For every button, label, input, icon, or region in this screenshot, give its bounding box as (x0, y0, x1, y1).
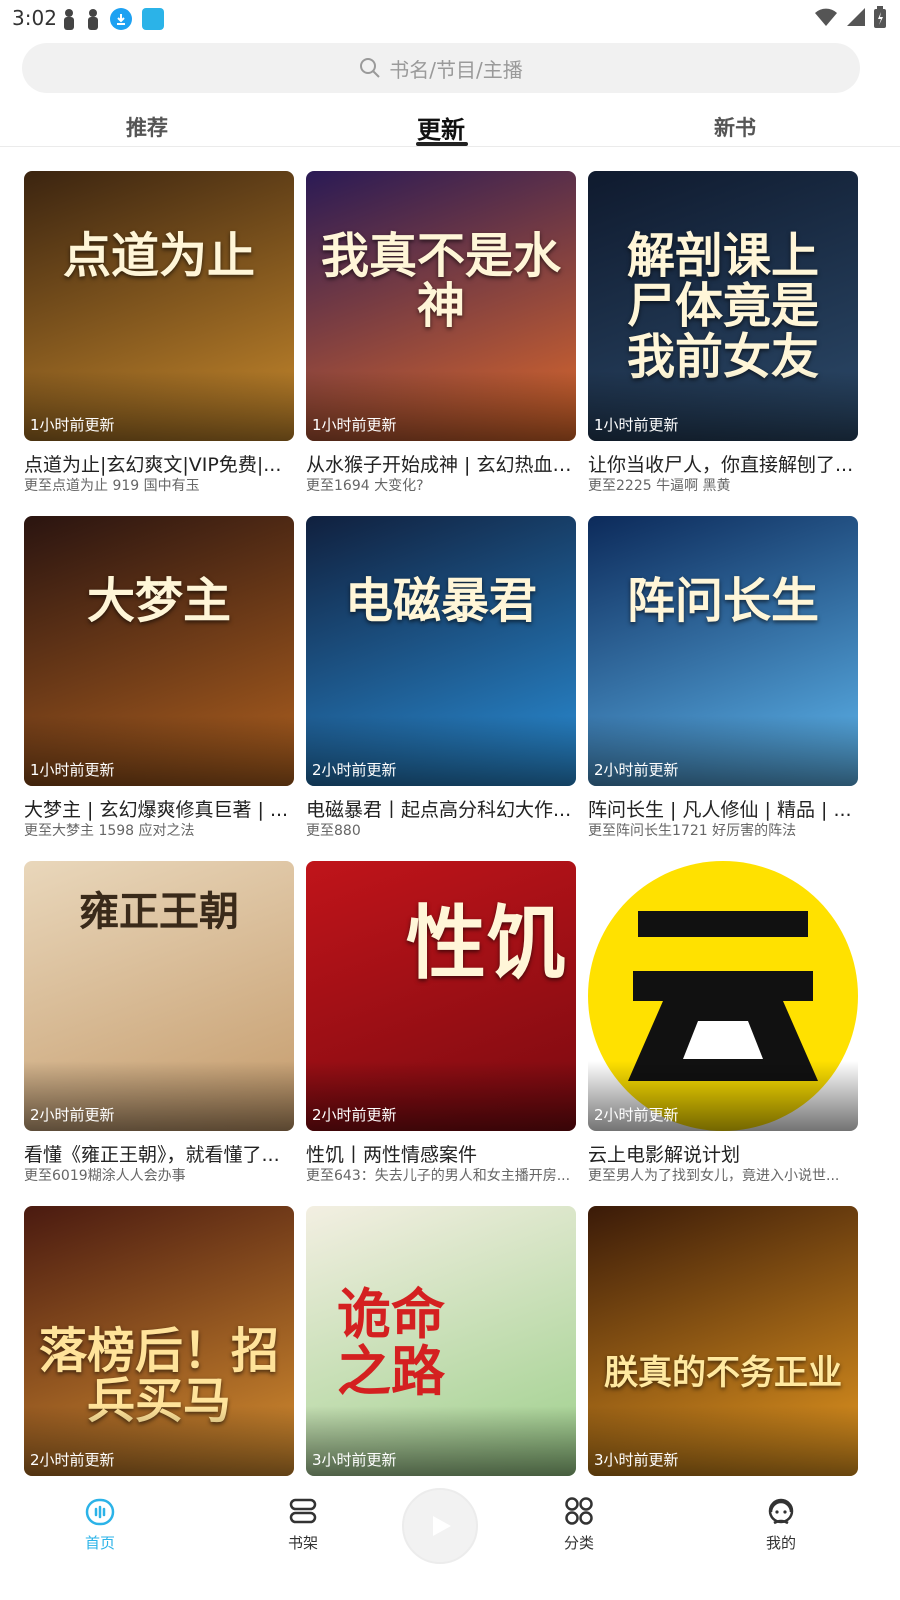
book-latest-episode: 更至1694 大变化? (306, 478, 424, 494)
book-cover[interactable]: 大梦主 1小时前更新 (24, 516, 294, 786)
cover-title: 我真不是水神 (320, 228, 561, 335)
update-time: 2小时前更新 (312, 1106, 397, 1124)
book-latest-episode: 更至880 (306, 823, 361, 839)
signal-icon (847, 8, 865, 26)
play-icon (433, 1516, 451, 1536)
book-cover[interactable]: 2小时前更新 (588, 861, 858, 1131)
book-latest-episode: 更至阵问长生1721 好厉害的阵法 (588, 823, 797, 839)
bottom-nav: 首页 书架 分类 我的 (0, 1478, 900, 1600)
update-time: 2小时前更新 (594, 761, 679, 779)
home-icon (85, 1498, 115, 1526)
book-latest-episode: 更至男人为了找到女儿，竟进入小说世... (588, 1168, 840, 1184)
search-input[interactable]: 书名/节目/主播 (22, 43, 860, 93)
update-time: 1小时前更新 (30, 761, 115, 779)
book-card[interactable]: 阵问长生 2小时前更新 阵问长生 | 凡人修仙 | 精品 | ... 更至阵问长生… (588, 516, 858, 846)
person-icon (88, 9, 98, 30)
person-icon (64, 9, 74, 30)
tab-updates[interactable]: 更新 (417, 110, 465, 145)
cover-title: 电磁暴君 (344, 573, 537, 629)
search-icon (360, 58, 380, 78)
book-cover[interactable]: 落榜后！招兵买马 2小时前更新 (24, 1206, 294, 1476)
player-button[interactable] (402, 1488, 478, 1564)
tab-new-books[interactable]: 新书 (714, 112, 756, 142)
cover-title: 阵问长生 (626, 573, 819, 629)
profile-icon (768, 1498, 794, 1525)
update-time: 1小时前更新 (594, 416, 679, 434)
book-card[interactable]: 性饥 2小时前更新 性饥丨两性情感案件 更至643：失去儿子的男人和女主播开房..… (306, 861, 576, 1191)
book-title[interactable]: 看懂《雍正王朝》，就看懂了... (24, 1140, 294, 1167)
book-title[interactable]: 阵问长生 | 凡人修仙 | 精品 | ... (588, 795, 858, 822)
book-cover[interactable]: 解剖课上 尸体竟是 我前女友 1小时前更新 (588, 171, 858, 441)
book-card[interactable]: 雍正王朝 2小时前更新 看懂《雍正王朝》，就看懂了... 更至6019糊涂人人会办… (24, 861, 294, 1191)
update-time: 1小时前更新 (312, 416, 397, 434)
divider (0, 146, 900, 147)
book-cover[interactable]: 朕真的不务正业 3小时前更新 (588, 1206, 858, 1476)
update-time: 1小时前更新 (30, 416, 115, 434)
book-latest-episode: 更至大梦主 1598 应对之法 (24, 823, 195, 839)
category-icon (565, 1497, 593, 1525)
book-latest-episode: 更至6019糊涂人人会办事 (24, 1168, 186, 1184)
update-time: 3小时前更新 (312, 1451, 397, 1469)
book-card[interactable]: 2小时前更新 云上电影解说计划 更至男人为了找到女儿，竟进入小说世... (588, 861, 858, 1191)
cover-title: 性饥 (406, 896, 566, 990)
book-title[interactable]: 电磁暴君丨起点高分科幻大作... (306, 795, 576, 822)
system-icons (814, 6, 886, 28)
notification-icons (62, 8, 164, 30)
book-card[interactable]: 电磁暴君 2小时前更新 电磁暴君丨起点高分科幻大作... 更至880 (306, 516, 576, 846)
download-icon (110, 8, 132, 30)
book-title[interactable]: 让你当收尸人，你直接解刨了... (588, 450, 858, 477)
nav-category[interactable]: 分类 (539, 1496, 619, 1553)
cover-title: 解剖课上 尸体竟是 我前女友 (626, 228, 819, 385)
cover-title: 点道为止 (62, 228, 255, 284)
book-card[interactable]: 解剖课上 尸体竟是 我前女友 1小时前更新 让你当收尸人，你直接解刨了... 更至… (588, 171, 858, 501)
book-latest-episode: 更至点道为止 919 国中有玉 (24, 478, 200, 494)
nav-home-label: 首页 (84, 1534, 115, 1552)
book-cover[interactable]: 阵问长生 2小时前更新 (588, 516, 858, 786)
update-time: 3小时前更新 (594, 1451, 679, 1469)
book-title[interactable]: 云上电影解说计划 (588, 1140, 858, 1167)
battery-icon (874, 6, 886, 28)
cover-title: 大梦主 (86, 573, 231, 629)
update-time: 2小时前更新 (30, 1451, 115, 1469)
book-cover[interactable]: 性饥 2小时前更新 (306, 861, 576, 1131)
nav-bookshelf[interactable]: 书架 (263, 1496, 343, 1553)
bookshelf-icon (289, 1498, 317, 1524)
nav-bookshelf-label: 书架 (287, 1534, 318, 1552)
book-card[interactable]: 我真不是水神 1小时前更新 从水猴子开始成神 | 玄幻热血 ... 更至1694 … (306, 171, 576, 501)
tab-recommend[interactable]: 推荐 (126, 112, 168, 142)
update-time: 2小时前更新 (312, 761, 397, 779)
book-latest-episode: 更至2225 牛逼啊 黑黄 (588, 478, 731, 494)
app-notification-icon (142, 8, 164, 30)
book-cover[interactable]: 我真不是水神 1小时前更新 (306, 171, 576, 441)
book-latest-episode: 更至643：失去儿子的男人和女主播开房... (306, 1168, 571, 1184)
nav-profile[interactable]: 我的 (741, 1496, 821, 1553)
tab-bar: 推荐 更新 新书 (0, 104, 900, 148)
book-title[interactable]: 从水猴子开始成神 | 玄幻热血 ... (306, 450, 576, 477)
cover-title: 朕真的不务正业 (604, 1353, 842, 1393)
book-cover[interactable]: 点道为止 1小时前更新 (24, 171, 294, 441)
cover-title: 诡命之路 (337, 1282, 445, 1403)
book-title[interactable]: 性饥丨两性情感案件 (306, 1140, 576, 1167)
book-card[interactable]: 点道为止 1小时前更新 点道为止|玄幻爽文|VIP免费|... 更至点道为止 91… (24, 171, 294, 501)
status-bar: 3:02 (0, 0, 900, 36)
cover-title: 雍正王朝 (79, 888, 239, 935)
nav-home[interactable]: 首页 (60, 1496, 140, 1553)
update-time: 2小时前更新 (30, 1106, 115, 1124)
book-card[interactable]: 大梦主 1小时前更新 大梦主 | 玄幻爆爽修真巨著 | ... 更至大梦主 159… (24, 516, 294, 846)
search-placeholder: 书名/节目/主播 (389, 57, 523, 82)
book-cover[interactable]: 诡命之路 3小时前更新 (306, 1206, 576, 1476)
wifi-icon (815, 8, 837, 26)
book-title[interactable]: 点道为止|玄幻爽文|VIP免费|... (24, 450, 294, 477)
status-time: 3:02 (12, 6, 57, 30)
update-time: 2小时前更新 (594, 1106, 679, 1124)
nav-profile-label: 我的 (765, 1534, 796, 1552)
book-cover[interactable]: 电磁暴君 2小时前更新 (306, 516, 576, 786)
nav-category-label: 分类 (563, 1534, 594, 1552)
book-title[interactable]: 大梦主 | 玄幻爆爽修真巨著 | ... (24, 795, 294, 822)
book-cover[interactable]: 雍正王朝 2小时前更新 (24, 861, 294, 1131)
